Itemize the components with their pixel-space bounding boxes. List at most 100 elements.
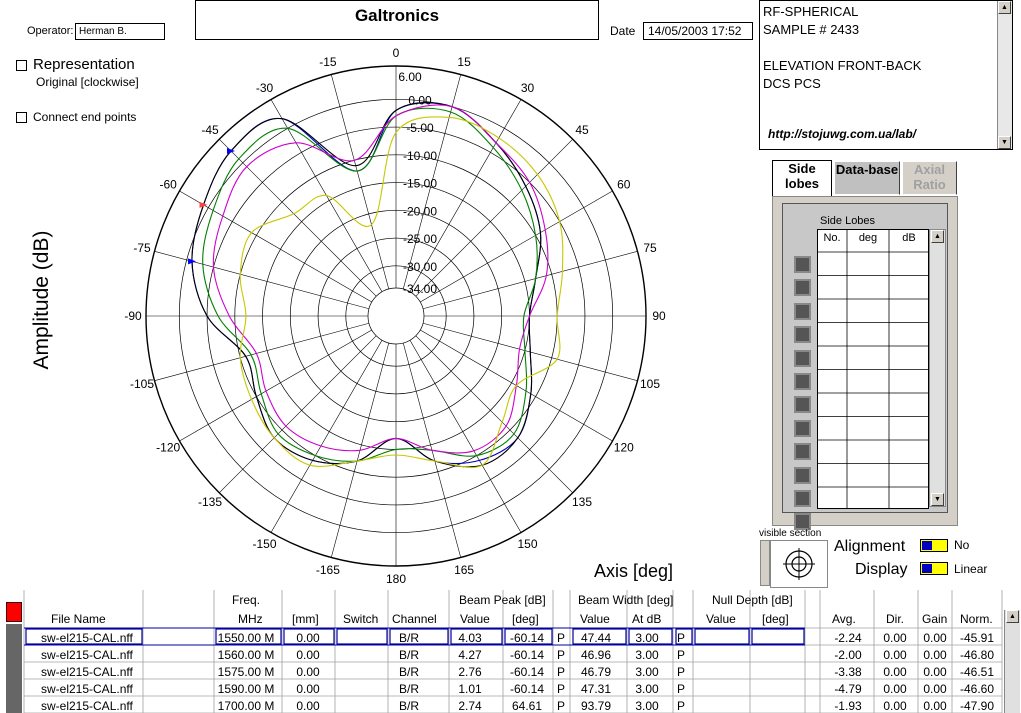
table-group-header: Beam Peak [dB] [459, 593, 546, 607]
alignment-value: No [954, 538, 970, 552]
side-lobes-grid[interactable]: No. deg dB [817, 229, 929, 509]
tab-label: Data-base [835, 162, 899, 177]
table-cell[interactable]: sw-el215-CAL.nff [41, 631, 133, 645]
crosshair-target-icon[interactable] [770, 540, 828, 588]
table-cell[interactable]: 0.00 [268, 665, 348, 679]
display-indicator[interactable] [920, 562, 948, 575]
table-cell[interactable]: P [641, 648, 721, 662]
table-scrollbar[interactable]: ▲ [1004, 610, 1020, 713]
angle-tick-label: -165 [316, 563, 340, 577]
table-column-header[interactable]: Value [580, 612, 610, 626]
table-column-header[interactable]: Avg. [832, 612, 856, 626]
table-cell[interactable]: 0.00 [268, 631, 348, 645]
angle-tick-label: 45 [575, 123, 589, 137]
radial-tick-label: -10.00 [403, 149, 437, 163]
radial-tick-label: -30.00 [403, 260, 437, 274]
table-cell[interactable]: P [641, 631, 721, 645]
angle-tick-label: -105 [130, 377, 154, 391]
table-cell[interactable]: 0.00 [268, 682, 348, 696]
info-url: http://stojuwg.com.ua/lab/ [768, 127, 916, 141]
cursor-marker [199, 201, 208, 208]
grid-spoke [422, 251, 638, 310]
side-lobe-row-button[interactable] [794, 419, 811, 437]
side-lobe-row-button[interactable] [794, 396, 811, 414]
alignment-label: Alignment [834, 538, 906, 555]
scroll-down-icon[interactable]: ▼ [998, 136, 1011, 149]
tab-label: Side lobes [785, 161, 819, 191]
tab-axial-ratio[interactable]: Axial Ratio [902, 161, 957, 195]
table-cell[interactable]: 0.00 [268, 648, 348, 662]
tab-database[interactable]: Data-base [834, 161, 900, 195]
info-scrollbar[interactable]: ▲ ▼ [997, 1, 1012, 149]
angle-tick-label: 15 [457, 55, 471, 69]
table-column-header[interactable]: Channel [392, 612, 437, 626]
table-cell[interactable]: sw-el215-CAL.nff [41, 648, 133, 662]
table-column-header[interactable]: File Name [51, 612, 106, 626]
table-column-header[interactable]: Value [706, 612, 736, 626]
table-cell[interactable]: sw-el215-CAL.nff [41, 699, 133, 713]
polar-chart: 0 15 30 45 60 75 90 105 120 135 150 165 180 -165 -150 -… [124, 46, 666, 586]
table-column-header[interactable]: MHz [238, 612, 263, 626]
grid-spoke [219, 335, 377, 493]
side-lobe-row-button[interactable] [794, 443, 811, 461]
table-column-header[interactable]: [deg] [512, 612, 539, 626]
table-group-header: Freq. [232, 593, 261, 607]
info-textbox[interactable]: RF-SPHERICAL SAMPLE # 2433 ELEVATION FRO… [759, 0, 1013, 150]
scroll-down-icon[interactable]: ▼ [931, 493, 944, 506]
visible-section-label: visible section [759, 528, 822, 539]
angle-tick-label: -120 [156, 441, 180, 455]
angle-tick-label: 120 [614, 441, 634, 455]
cursor-marker [226, 147, 235, 154]
angle-tick-label: 150 [517, 537, 537, 551]
table-cell[interactable]: P [641, 699, 721, 713]
table-column-header[interactable]: Gain [922, 612, 947, 626]
side-lobe-row-button[interactable] [794, 326, 811, 344]
alignment-indicator[interactable] [920, 539, 948, 552]
table-column-header[interactable]: Dir. [886, 612, 904, 626]
scroll-up-icon[interactable]: ▲ [1006, 610, 1019, 623]
crosshair-icon [783, 548, 815, 580]
info-line: ELEVATION FRONT-BACK [763, 58, 922, 73]
table-column-header[interactable]: Norm. [960, 612, 993, 626]
grid-spoke [331, 74, 390, 290]
radial-tick-label: -15.00 [403, 177, 437, 191]
side-lobe-row-button[interactable] [794, 302, 811, 320]
tab-label: Axial Ratio [913, 162, 946, 192]
angle-tick-label: -135 [198, 495, 222, 509]
angle-tick-label: -60 [160, 178, 178, 192]
side-lobe-row-button[interactable] [794, 279, 811, 297]
side-lobe-row-button[interactable] [794, 490, 811, 507]
table-cell[interactable]: sw-el215-CAL.nff [41, 682, 133, 696]
angle-tick-label: -30 [256, 81, 274, 95]
grid-spoke [179, 329, 372, 442]
polar-series [188, 101, 564, 469]
scroll-up-icon[interactable]: ▲ [931, 230, 944, 243]
grid-spoke [154, 251, 370, 310]
angle-tick-label: 30 [521, 81, 535, 95]
table-cell[interactable]: P [641, 682, 721, 696]
table-column-header[interactable]: [mm] [292, 612, 319, 626]
table-cell[interactable]: sw-el215-CAL.nff [41, 665, 133, 679]
side-lobes-scrollbar[interactable]: ▲ ▼ [929, 229, 946, 507]
angle-tick-label: 90 [652, 309, 666, 323]
table-cell[interactable]: 0.00 [268, 699, 348, 713]
table-column-header[interactable]: [deg] [762, 612, 789, 626]
tab-side-lobes[interactable]: Side lobes [772, 160, 832, 197]
table-column-header[interactable]: Switch [343, 612, 378, 626]
table-group-header: Beam Width [deg] [578, 593, 674, 607]
table-column-header[interactable]: Value [460, 612, 490, 626]
scroll-up-icon[interactable]: ▲ [998, 1, 1011, 14]
visible-section-spinner[interactable] [760, 540, 770, 586]
info-line [763, 39, 1009, 57]
angle-tick-label: 180 [386, 572, 406, 586]
series-line [191, 101, 542, 465]
side-lobe-row-button[interactable] [794, 349, 811, 367]
angle-tick-label: 165 [454, 563, 474, 577]
table-column-header[interactable]: At dB [632, 612, 661, 626]
side-lobe-row-button[interactable] [794, 373, 811, 390]
side-lobes-gridlines [817, 229, 929, 509]
side-lobe-row-button[interactable] [794, 256, 811, 273]
table-cell[interactable]: P [641, 665, 721, 679]
side-lobe-row-button[interactable] [794, 466, 811, 484]
angle-tick-label: -15 [319, 55, 337, 69]
